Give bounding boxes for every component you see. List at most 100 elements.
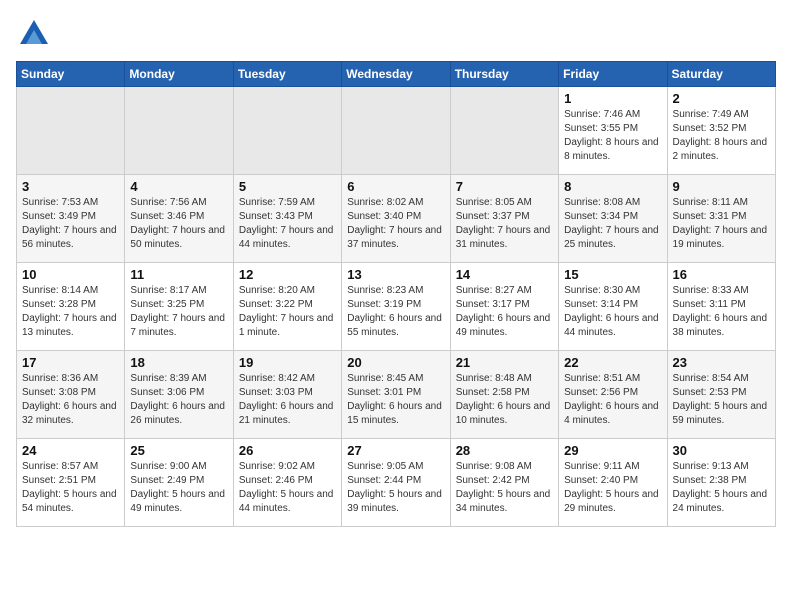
calendar-cell: 13 Sunrise: 8:23 AM Sunset: 3:19 PM Dayli… — [342, 263, 450, 351]
day-number: 21 — [456, 355, 553, 370]
day-number: 20 — [347, 355, 444, 370]
day-number: 5 — [239, 179, 336, 194]
day-number: 11 — [130, 267, 227, 282]
calendar-cell: 21 Sunrise: 8:48 AM Sunset: 2:58 PM Dayli… — [450, 351, 558, 439]
day-detail: Sunrise: 7:49 AM Sunset: 3:52 PM Dayligh… — [673, 108, 770, 164]
day-detail: Sunrise: 8:30 AM Sunset: 3:14 PM Dayligh… — [564, 284, 661, 340]
calendar-cell — [450, 87, 558, 175]
day-detail: Sunrise: 8:51 AM Sunset: 2:56 PM Dayligh… — [564, 372, 661, 428]
weekday-header-friday: Friday — [559, 62, 667, 87]
calendar-cell: 25 Sunrise: 9:00 AM Sunset: 2:49 PM Dayli… — [125, 439, 233, 527]
weekday-header-wednesday: Wednesday — [342, 62, 450, 87]
day-number: 8 — [564, 179, 661, 194]
day-detail: Sunrise: 8:48 AM Sunset: 2:58 PM Dayligh… — [456, 372, 553, 428]
calendar-cell: 22 Sunrise: 8:51 AM Sunset: 2:56 PM Dayli… — [559, 351, 667, 439]
calendar-cell: 27 Sunrise: 9:05 AM Sunset: 2:44 PM Dayli… — [342, 439, 450, 527]
day-detail: Sunrise: 9:11 AM Sunset: 2:40 PM Dayligh… — [564, 460, 661, 516]
day-detail: Sunrise: 8:36 AM Sunset: 3:08 PM Dayligh… — [22, 372, 119, 428]
day-detail: Sunrise: 8:45 AM Sunset: 3:01 PM Dayligh… — [347, 372, 444, 428]
day-number: 6 — [347, 179, 444, 194]
day-detail: Sunrise: 8:08 AM Sunset: 3:34 PM Dayligh… — [564, 196, 661, 252]
day-detail: Sunrise: 8:02 AM Sunset: 3:40 PM Dayligh… — [347, 196, 444, 252]
calendar-cell: 11 Sunrise: 8:17 AM Sunset: 3:25 PM Dayli… — [125, 263, 233, 351]
calendar-cell: 3 Sunrise: 7:53 AM Sunset: 3:49 PM Daylig… — [17, 175, 125, 263]
day-detail: Sunrise: 9:13 AM Sunset: 2:38 PM Dayligh… — [673, 460, 770, 516]
day-number: 12 — [239, 267, 336, 282]
day-number: 3 — [22, 179, 119, 194]
calendar-cell: 23 Sunrise: 8:54 AM Sunset: 2:53 PM Dayli… — [667, 351, 775, 439]
day-number: 25 — [130, 443, 227, 458]
calendar-cell: 30 Sunrise: 9:13 AM Sunset: 2:38 PM Dayli… — [667, 439, 775, 527]
day-number: 10 — [22, 267, 119, 282]
day-detail: Sunrise: 8:54 AM Sunset: 2:53 PM Dayligh… — [673, 372, 770, 428]
day-detail: Sunrise: 8:33 AM Sunset: 3:11 PM Dayligh… — [673, 284, 770, 340]
day-detail: Sunrise: 8:11 AM Sunset: 3:31 PM Dayligh… — [673, 196, 770, 252]
logo — [16, 20, 48, 49]
day-number: 19 — [239, 355, 336, 370]
calendar-cell: 7 Sunrise: 8:05 AM Sunset: 3:37 PM Daylig… — [450, 175, 558, 263]
weekday-header-sunday: Sunday — [17, 62, 125, 87]
day-number: 27 — [347, 443, 444, 458]
calendar-cell: 6 Sunrise: 8:02 AM Sunset: 3:40 PM Daylig… — [342, 175, 450, 263]
day-detail: Sunrise: 8:42 AM Sunset: 3:03 PM Dayligh… — [239, 372, 336, 428]
week-row-5: 24 Sunrise: 8:57 AM Sunset: 2:51 PM Dayli… — [17, 439, 776, 527]
day-detail: Sunrise: 8:27 AM Sunset: 3:17 PM Dayligh… — [456, 284, 553, 340]
calendar-cell: 16 Sunrise: 8:33 AM Sunset: 3:11 PM Dayli… — [667, 263, 775, 351]
day-detail: Sunrise: 8:20 AM Sunset: 3:22 PM Dayligh… — [239, 284, 336, 340]
day-number: 13 — [347, 267, 444, 282]
day-number: 1 — [564, 91, 661, 106]
calendar-cell: 15 Sunrise: 8:30 AM Sunset: 3:14 PM Dayli… — [559, 263, 667, 351]
weekday-header-tuesday: Tuesday — [233, 62, 341, 87]
day-detail: Sunrise: 8:57 AM Sunset: 2:51 PM Dayligh… — [22, 460, 119, 516]
day-number: 29 — [564, 443, 661, 458]
weekday-header-monday: Monday — [125, 62, 233, 87]
calendar-cell: 19 Sunrise: 8:42 AM Sunset: 3:03 PM Dayli… — [233, 351, 341, 439]
day-number: 14 — [456, 267, 553, 282]
calendar-cell: 28Sunrise: 9:08 AM Sunset: 2:42 PM Dayli… — [450, 439, 558, 527]
logo-icon — [20, 20, 48, 44]
day-detail: Sunrise: 9:00 AM Sunset: 2:49 PM Dayligh… — [130, 460, 227, 516]
calendar-cell: 10 Sunrise: 8:14 AM Sunset: 3:28 PM Dayli… — [17, 263, 125, 351]
day-detail: Sunrise: 7:56 AM Sunset: 3:46 PM Dayligh… — [130, 196, 227, 252]
calendar-cell: 12 Sunrise: 8:20 AM Sunset: 3:22 PM Dayli… — [233, 263, 341, 351]
day-number: 9 — [673, 179, 770, 194]
weekday-header-thursday: Thursday — [450, 62, 558, 87]
day-detail: Sunrise: 8:39 AM Sunset: 3:06 PM Dayligh… — [130, 372, 227, 428]
day-number: 15 — [564, 267, 661, 282]
day-number: 26 — [239, 443, 336, 458]
week-row-2: 3 Sunrise: 7:53 AM Sunset: 3:49 PM Daylig… — [17, 175, 776, 263]
calendar-cell: 2Sunrise: 7:49 AM Sunset: 3:52 PM Daylig… — [667, 87, 775, 175]
calendar-cell: 29 Sunrise: 9:11 AM Sunset: 2:40 PM Dayli… — [559, 439, 667, 527]
header — [16, 16, 776, 49]
calendar-cell: 5Sunrise: 7:59 AM Sunset: 3:43 PM Daylig… — [233, 175, 341, 263]
calendar-cell: 4Sunrise: 7:56 AM Sunset: 3:46 PM Daylig… — [125, 175, 233, 263]
calendar-cell — [342, 87, 450, 175]
day-detail: Sunrise: 7:53 AM Sunset: 3:49 PM Dayligh… — [22, 196, 119, 252]
day-number: 18 — [130, 355, 227, 370]
calendar-cell: 8 Sunrise: 8:08 AM Sunset: 3:34 PM Daylig… — [559, 175, 667, 263]
day-detail: Sunrise: 8:17 AM Sunset: 3:25 PM Dayligh… — [130, 284, 227, 340]
day-number: 7 — [456, 179, 553, 194]
weekday-header-saturday: Saturday — [667, 62, 775, 87]
calendar-cell: 9 Sunrise: 8:11 AM Sunset: 3:31 PM Daylig… — [667, 175, 775, 263]
calendar-cell — [233, 87, 341, 175]
day-detail: Sunrise: 7:46 AM Sunset: 3:55 PM Dayligh… — [564, 108, 661, 164]
day-detail: Sunrise: 8:05 AM Sunset: 3:37 PM Dayligh… — [456, 196, 553, 252]
calendar-cell — [125, 87, 233, 175]
day-number: 23 — [673, 355, 770, 370]
day-number: 22 — [564, 355, 661, 370]
day-detail: Sunrise: 8:14 AM Sunset: 3:28 PM Dayligh… — [22, 284, 119, 340]
calendar-cell: 26Sunrise: 9:02 AM Sunset: 2:46 PM Dayli… — [233, 439, 341, 527]
day-detail: Sunrise: 8:23 AM Sunset: 3:19 PM Dayligh… — [347, 284, 444, 340]
calendar-cell: 24 Sunrise: 8:57 AM Sunset: 2:51 PM Dayli… — [17, 439, 125, 527]
calendar-cell: 20 Sunrise: 8:45 AM Sunset: 3:01 PM Dayli… — [342, 351, 450, 439]
day-number: 30 — [673, 443, 770, 458]
day-detail: Sunrise: 9:05 AM Sunset: 2:44 PM Dayligh… — [347, 460, 444, 516]
week-row-1: 1 Sunrise: 7:46 AM Sunset: 3:55 PM Daylig… — [17, 87, 776, 175]
calendar-cell: 14 Sunrise: 8:27 AM Sunset: 3:17 PM Dayli… — [450, 263, 558, 351]
day-number: 16 — [673, 267, 770, 282]
calendar-table: SundayMondayTuesdayWednesdayThursdayFrid… — [16, 61, 776, 527]
weekday-header-row: SundayMondayTuesdayWednesdayThursdayFrid… — [17, 62, 776, 87]
day-number: 17 — [22, 355, 119, 370]
day-number: 24 — [22, 443, 119, 458]
